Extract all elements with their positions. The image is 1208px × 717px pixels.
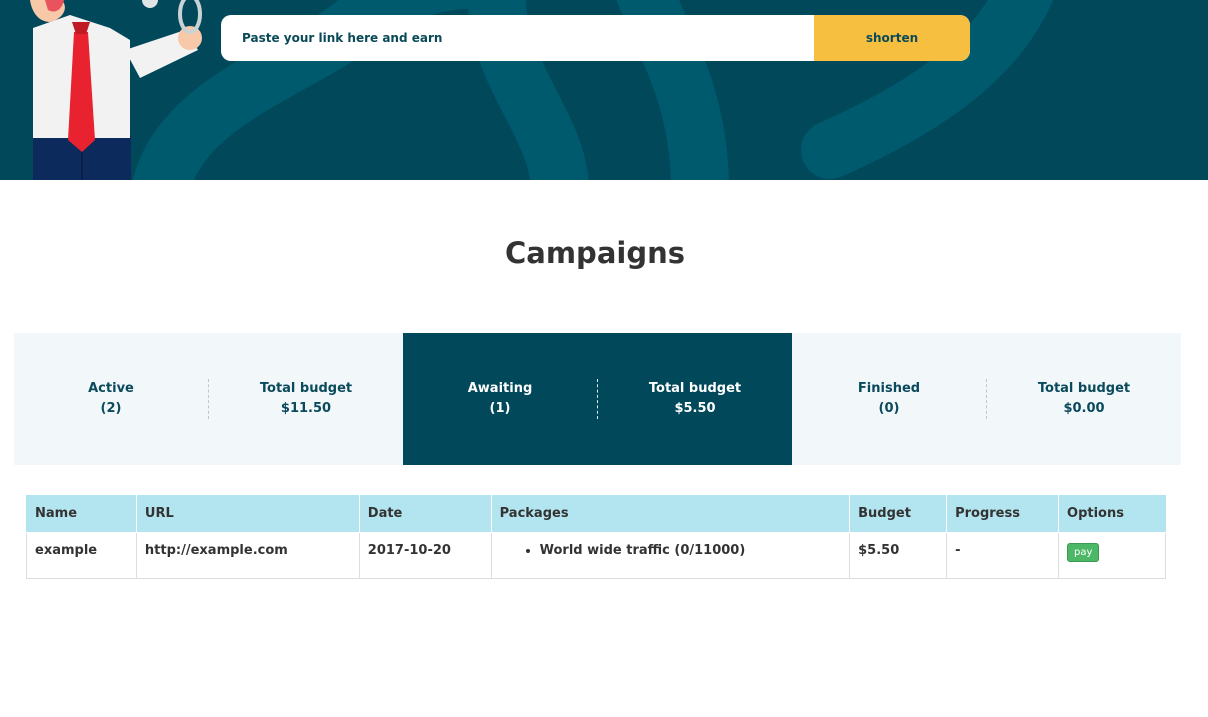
- stat-status: Awaiting (1): [403, 379, 597, 419]
- stat-box-awaiting: Awaiting (1) Total budget $5.50: [403, 333, 792, 465]
- cell-options: pay: [1058, 532, 1166, 579]
- stat-status-count: (0): [878, 401, 900, 416]
- cell-packages: World wide traffic (0/11000): [490, 532, 851, 579]
- stat-status-label: Finished: [857, 381, 921, 396]
- stat-budget-label: Total budget: [259, 381, 353, 396]
- stat-budget: Total budget $0.00: [987, 379, 1181, 419]
- campaign-stats: Active (2) Total budget $11.50 Awaiting …: [14, 333, 1181, 465]
- shorten-button[interactable]: shorten: [814, 15, 970, 61]
- column-header-packages: Packages: [490, 495, 851, 533]
- shorten-form: shorten: [221, 15, 970, 61]
- cell-progress: -: [946, 532, 1060, 579]
- stat-budget-value: $11.50: [280, 401, 332, 416]
- stat-budget-value: $0.00: [1063, 401, 1105, 416]
- package-list: World wide traffic (0/11000): [500, 543, 842, 558]
- column-header-budget: Budget: [849, 495, 948, 533]
- table-row: example http://example.com 2017-10-20 Wo…: [26, 532, 1166, 579]
- stat-status: Finished (0): [792, 379, 986, 419]
- stat-budget-label: Total budget: [648, 381, 742, 396]
- stat-box-finished: Finished (0) Total budget $0.00: [792, 333, 1181, 465]
- column-header-progress: Progress: [946, 495, 1060, 533]
- cell-name: example: [26, 532, 137, 579]
- column-header-date: Date: [358, 495, 492, 533]
- page-title: Campaigns: [504, 236, 685, 270]
- stat-status: Active (2): [14, 379, 208, 419]
- pay-button[interactable]: pay: [1067, 543, 1100, 562]
- stat-budget-label: Total budget: [1037, 381, 1131, 396]
- hero-banner: shorten: [0, 0, 1208, 180]
- cell-budget: $5.50: [849, 532, 948, 579]
- campaigns-table: Name URL Date Packages Budget Progress O…: [26, 495, 1166, 579]
- link-input[interactable]: [221, 15, 814, 61]
- stat-status-count: (1): [489, 401, 511, 416]
- table-header-row: Name URL Date Packages Budget Progress O…: [26, 495, 1166, 533]
- mascot-illustration: [30, 0, 202, 180]
- stat-box-active: Active (2) Total budget $11.50: [14, 333, 403, 465]
- stat-budget: Total budget $11.50: [209, 379, 403, 419]
- column-header-name: Name: [26, 495, 137, 533]
- package-item: World wide traffic (0/11000): [540, 543, 842, 558]
- column-header-options: Options: [1058, 495, 1166, 533]
- column-header-url: URL: [135, 495, 360, 533]
- cell-url: http://example.com: [135, 532, 360, 579]
- stat-budget: Total budget $5.50: [598, 379, 792, 419]
- cell-date: 2017-10-20: [358, 532, 492, 579]
- stat-status-label: Awaiting: [467, 381, 533, 396]
- stat-budget-value: $5.50: [674, 401, 716, 416]
- stat-status-count: (2): [100, 401, 122, 416]
- stat-status-label: Active: [88, 381, 134, 396]
